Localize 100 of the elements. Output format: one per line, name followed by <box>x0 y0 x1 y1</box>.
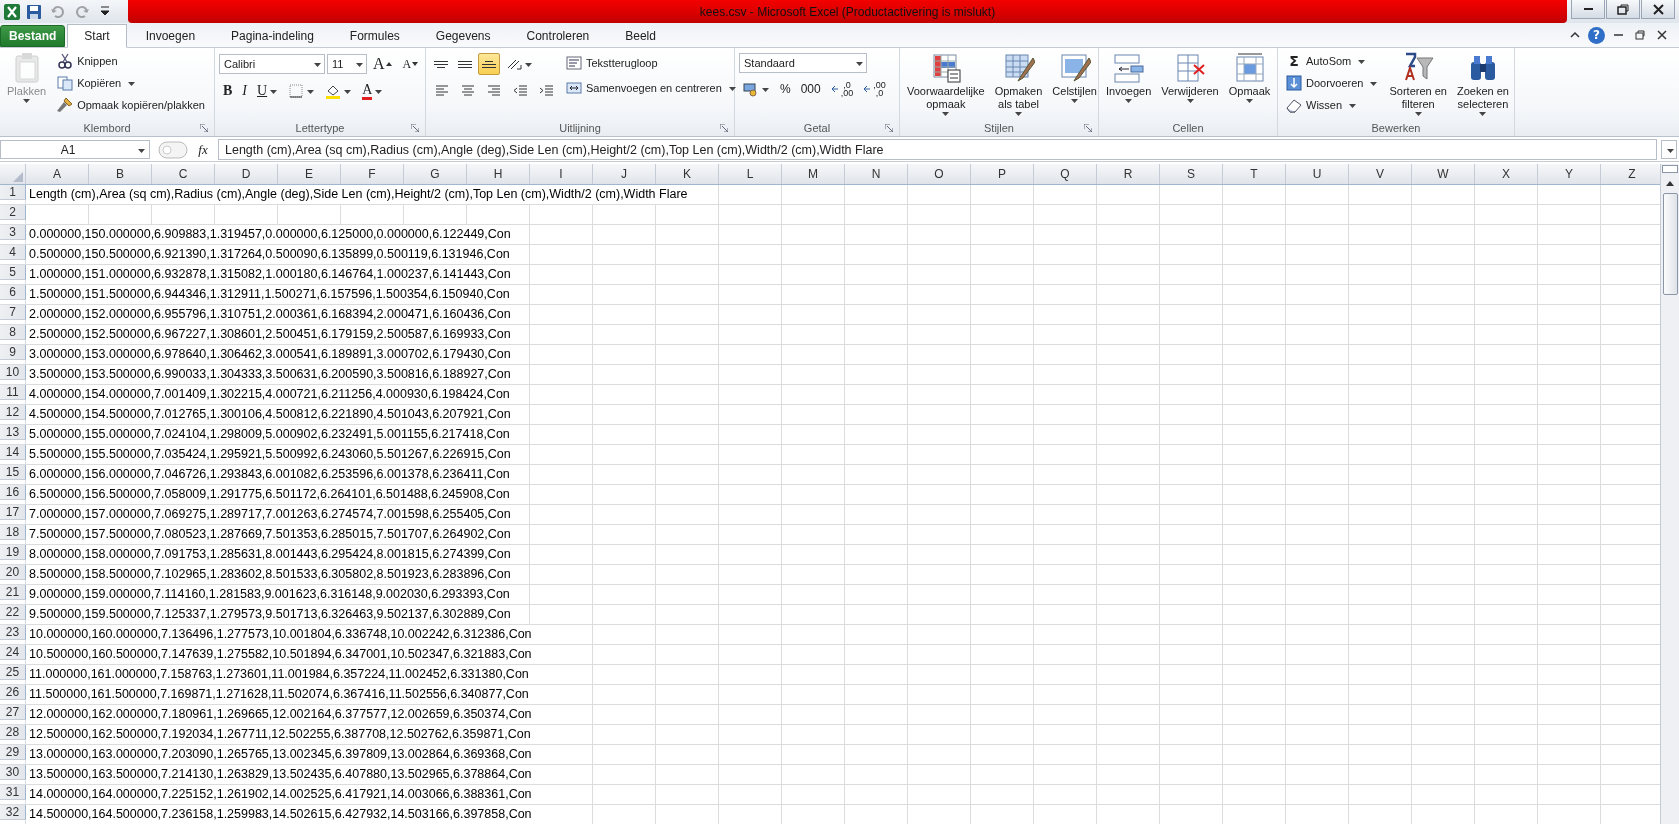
underline-button[interactable]: U <box>253 80 283 102</box>
row-header[interactable]: 15 <box>0 465 26 480</box>
ribbon-tab[interactable]: Invoegen <box>128 25 213 47</box>
row-header[interactable]: 13 <box>0 425 26 440</box>
ribbon-button[interactable]: Opmaak <box>1225 51 1274 104</box>
ribbon-button[interactable]: % <box>776 78 795 100</box>
ribbon-button[interactable]: 000 <box>796 78 825 100</box>
italic-button[interactable]: I <box>238 80 251 102</box>
dropdown-field[interactable]: Calibri <box>219 54 325 74</box>
ribbon-button[interactable]: Zoeken en selecteren <box>1453 51 1512 117</box>
column-header[interactable]: C <box>152 164 215 184</box>
ribbon-button[interactable]: Tekstterugloop <box>562 53 662 73</box>
ribbon-button[interactable]: Sorteren en filteren <box>1386 51 1450 117</box>
ribbon-button[interactable]: Σ AutoSom <box>1282 51 1371 71</box>
row-header[interactable]: 12 <box>0 405 26 420</box>
row-header[interactable]: 3 <box>0 225 26 240</box>
column-header[interactable]: R <box>1097 164 1160 184</box>
row-header[interactable]: 26 <box>0 685 26 700</box>
column-header[interactable]: M <box>782 164 845 184</box>
row-header[interactable]: 6 <box>0 285 26 300</box>
column-header[interactable]: J <box>593 164 656 184</box>
row-header[interactable]: 30 <box>0 765 26 780</box>
dropdown-field[interactable]: Standaard <box>739 53 867 73</box>
column-header[interactable]: T <box>1223 164 1286 184</box>
ribbon-button[interactable]: Wissen <box>1282 95 1362 115</box>
column-header[interactable]: G <box>404 164 467 184</box>
row-header[interactable]: 2 <box>0 205 26 220</box>
row-header[interactable]: 27 <box>0 705 26 720</box>
column-header[interactable]: A <box>26 164 89 184</box>
help-button[interactable]: ? <box>1588 26 1605 44</box>
ribbon-button[interactable]: Opmaak kopiëren/plakken <box>53 95 209 115</box>
row-header[interactable]: 24 <box>0 645 26 660</box>
column-header[interactable]: B <box>89 164 152 184</box>
column-header[interactable]: Y <box>1538 164 1601 184</box>
row-header[interactable]: 11 <box>0 385 26 400</box>
column-header[interactable]: O <box>908 164 971 184</box>
column-header[interactable]: H <box>467 164 530 184</box>
ribbon-tab[interactable]: Formules <box>332 25 417 47</box>
row-header[interactable]: 25 <box>0 665 26 680</box>
ribbon-button[interactable]: Invoegen <box>1103 51 1155 104</box>
column-header[interactable]: U <box>1286 164 1349 184</box>
cell-text: 9.000000,159.000000,7.114160,1.281583,9.001623,6.316148,9.002030,6.293393,Con <box>27 585 511 604</box>
shrink-font-button[interactable]: A <box>398 53 424 75</box>
column-header[interactable]: N <box>845 164 908 184</box>
decimal-button[interactable]: ,0 ,00 <box>826 78 858 100</box>
row-header[interactable]: 19 <box>0 545 26 560</box>
row-header[interactable]: 8 <box>0 325 26 340</box>
row-header[interactable]: 28 <box>0 725 26 740</box>
row-header[interactable]: 4 <box>0 245 26 260</box>
row-header[interactable]: 7 <box>0 305 26 320</box>
row-header[interactable]: 29 <box>0 745 26 760</box>
ribbon-tab[interactable]: Pagina-indeling <box>214 25 331 47</box>
column-header[interactable]: F <box>341 164 404 184</box>
file-tab[interactable]: Bestand <box>0 25 66 47</box>
cell-text: 12.000000,162.000000,7.180961,1.269665,12.002164,6.377577,12.002659,6.350374,Con <box>27 705 533 724</box>
column-header[interactable]: L <box>719 164 782 184</box>
row-header[interactable]: 1 <box>0 185 26 200</box>
ribbon-tab[interactable]: Gegevens <box>418 25 508 47</box>
row-header[interactable]: 22 <box>0 605 26 620</box>
row-header[interactable]: 32 <box>0 805 26 820</box>
column-header[interactable]: I <box>530 164 593 184</box>
column-header[interactable]: Q <box>1034 164 1097 184</box>
row-header[interactable]: 9 <box>0 345 26 360</box>
column-header[interactable]: W <box>1412 164 1475 184</box>
column-header[interactable]: K <box>656 164 719 184</box>
row-header[interactable]: 17 <box>0 505 26 520</box>
ribbon-button[interactable]: Samenvoegen en centreren <box>562 78 741 98</box>
decimal-button[interactable]: ,00 ,0 <box>859 78 890 100</box>
grow-font-button[interactable]: A <box>369 53 397 75</box>
name-box[interactable]: A1 <box>0 140 150 159</box>
row-header[interactable]: 5 <box>0 265 26 280</box>
row-header[interactable]: 20 <box>0 565 26 580</box>
row-header[interactable]: 23 <box>0 625 26 640</box>
row-header[interactable]: 31 <box>0 785 26 800</box>
insert-function-button[interactable]: fx <box>192 140 214 159</box>
ribbon-tab[interactable]: Start <box>67 24 127 48</box>
ribbon-button[interactable]: Voorwaardelijke opmaak <box>904 51 988 117</box>
bold-button[interactable]: B <box>219 80 237 102</box>
ribbon-button[interactable]: Knippen <box>53 51 122 71</box>
ribbon-button[interactable]: Kopiëren <box>53 73 141 93</box>
formula-field[interactable]: Length (cm),Area (sq cm),Radius (cm),Angle (deg),Side Len (cm),Height/2 (cm),Top Len (cm),Width/2 (cm),Width Flare <box>218 139 1657 160</box>
font-color-button[interactable]: A <box>358 80 388 102</box>
row-header[interactable]: 10 <box>0 365 26 380</box>
ribbon-button[interactable]: Opmaken als tabel <box>991 51 1046 117</box>
row-header[interactable]: 16 <box>0 485 26 500</box>
ribbon-tab[interactable]: Beeld <box>608 25 673 47</box>
row-header[interactable]: 14 <box>0 445 26 460</box>
ribbon-button[interactable]: Celstijlen <box>1049 51 1100 104</box>
column-header[interactable]: P <box>971 164 1034 184</box>
ribbon-button[interactable]: Doorvoeren <box>1282 73 1383 93</box>
font-size-field[interactable]: 11 <box>327 54 367 74</box>
row-header[interactable]: 18 <box>0 525 26 540</box>
ribbon-tab[interactable]: Controleren <box>509 25 607 47</box>
column-header[interactable]: D <box>215 164 278 184</box>
ribbon-button[interactable]: Verwijderen <box>1158 51 1222 104</box>
column-header[interactable]: V <box>1349 164 1412 184</box>
row-header[interactable]: 21 <box>0 585 26 600</box>
column-header[interactable]: X <box>1475 164 1538 184</box>
column-header[interactable]: E <box>278 164 341 184</box>
column-header[interactable]: S <box>1160 164 1223 184</box>
